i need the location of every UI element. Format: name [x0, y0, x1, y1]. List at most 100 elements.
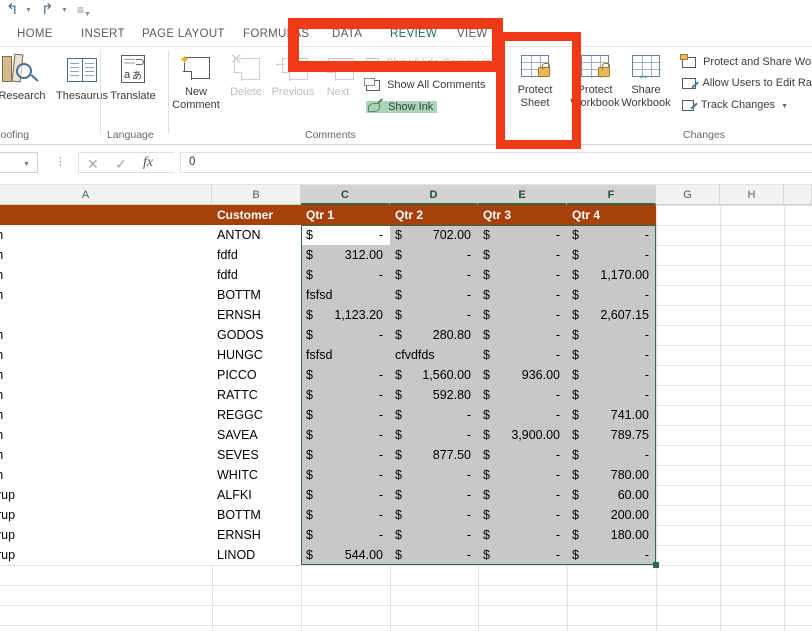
- cell-qtr1[interactable]: $-: [301, 385, 390, 405]
- cell-qtr1[interactable]: fsfsd: [301, 345, 390, 365]
- cell-qtr4[interactable]: $-: [567, 385, 656, 405]
- cell-product[interactable]: Mutton: [0, 225, 212, 245]
- cell-product[interactable]: ed Syrup: [0, 485, 212, 505]
- cell-product[interactable]: [0, 305, 212, 325]
- cell-qtr2[interactable]: $592.80: [390, 385, 478, 405]
- cell-customer[interactable]: ERNSH: [212, 525, 301, 545]
- translate-button[interactable]: a あ Translate: [104, 53, 162, 103]
- protect-and-share-workbook-button[interactable]: Protect and Share Workbook: [682, 54, 812, 71]
- cell-qtr2[interactable]: $-: [390, 505, 478, 525]
- cell-product[interactable]: Mutton: [0, 465, 212, 485]
- name-box[interactable]: ▼: [0, 152, 38, 173]
- cell-qtr1[interactable]: $-: [301, 325, 390, 345]
- cell-product[interactable]: ed Syrup: [0, 505, 212, 525]
- cell-qtr2[interactable]: $-: [390, 305, 478, 325]
- track-changes-caret[interactable]: ▼: [781, 103, 788, 110]
- cell-qtr4[interactable]: $-: [567, 445, 656, 465]
- header-cell-C[interactable]: Qtr 1: [301, 205, 390, 225]
- header-cell-A[interactable]: ct: [0, 205, 212, 225]
- undo-icon[interactable]: ↰: [6, 2, 19, 18]
- cell-qtr2[interactable]: $-: [390, 405, 478, 425]
- cell-customer[interactable]: WHITC: [212, 465, 301, 485]
- cell-product[interactable]: ed Syrup: [0, 545, 212, 565]
- redo-dropdown-caret[interactable]: ▼: [61, 7, 68, 14]
- customize-qat-icon[interactable]: ≡: [77, 2, 84, 18]
- insert-function-icon[interactable]: fx: [143, 155, 153, 171]
- formula-bar-expand-dots[interactable]: ⋮: [55, 155, 66, 168]
- column-header-b[interactable]: B: [212, 185, 301, 205]
- cell-product[interactable]: Mutton: [0, 365, 212, 385]
- cell-qtr3[interactable]: $-: [478, 285, 567, 305]
- cell-qtr2[interactable]: $877.50: [390, 445, 478, 465]
- cell-qtr4[interactable]: $180.00: [567, 525, 656, 545]
- column-header-c[interactable]: C: [301, 185, 390, 205]
- cell-qtr3[interactable]: $-: [478, 525, 567, 545]
- cell-qtr4[interactable]: $-: [567, 245, 656, 265]
- cell-customer[interactable]: BOTTM: [212, 285, 301, 305]
- cell-qtr1[interactable]: $-: [301, 445, 390, 465]
- cell-qtr3[interactable]: $-: [478, 465, 567, 485]
- cell-qtr3[interactable]: $-: [478, 405, 567, 425]
- cell-qtr1[interactable]: $-: [301, 405, 390, 425]
- customize-qat-caret[interactable]: ▼: [84, 11, 91, 18]
- column-header-h[interactable]: H: [720, 185, 784, 205]
- cell-qtr1[interactable]: $312.00: [301, 245, 390, 265]
- cell-qtr2[interactable]: $280.80: [390, 325, 478, 345]
- cell-qtr4[interactable]: $-: [567, 545, 656, 565]
- cell-qtr1[interactable]: $-: [301, 485, 390, 505]
- column-header-a[interactable]: A: [0, 185, 212, 205]
- cell-qtr2[interactable]: $-: [390, 525, 478, 545]
- cell-qtr3[interactable]: $-: [478, 225, 567, 245]
- cell-qtr4[interactable]: $-: [567, 365, 656, 385]
- cell-qtr3[interactable]: $3,900.00: [478, 425, 567, 445]
- undo-dropdown-caret[interactable]: ▼: [25, 7, 32, 14]
- column-header-g[interactable]: G: [656, 185, 720, 205]
- research-button[interactable]: Research: [0, 53, 52, 103]
- cell-product[interactable]: Mutton: [0, 445, 212, 465]
- cell-product[interactable]: Mutton: [0, 265, 212, 285]
- share-workbook-button[interactable]: ↔ Share Workbook: [617, 53, 675, 109]
- cell-qtr2[interactable]: cfvdfds: [390, 345, 478, 365]
- cell-product[interactable]: Mutton: [0, 325, 212, 345]
- cell-product[interactable]: Mutton: [0, 345, 212, 365]
- formula-input[interactable]: 0: [180, 152, 812, 173]
- cell-customer[interactable]: RATTC: [212, 385, 301, 405]
- cell-qtr3[interactable]: $-: [478, 325, 567, 345]
- cell-customer[interactable]: HUNGC: [212, 345, 301, 365]
- cell-qtr1[interactable]: $-: [301, 525, 390, 545]
- cell-qtr4[interactable]: $-: [567, 285, 656, 305]
- cell-product[interactable]: ed Syrup: [0, 525, 212, 545]
- cell-qtr1[interactable]: $-: [301, 425, 390, 445]
- cell-qtr4[interactable]: $60.00: [567, 485, 656, 505]
- cell-qtr3[interactable]: $-: [478, 345, 567, 365]
- cell-qtr4[interactable]: $780.00: [567, 465, 656, 485]
- cell-qtr4[interactable]: $-: [567, 225, 656, 245]
- selection-fill-handle[interactable]: [653, 562, 659, 568]
- cell-customer[interactable]: SEVES: [212, 445, 301, 465]
- cancel-icon[interactable]: ✕: [87, 156, 99, 173]
- cell-customer[interactable]: BOTTM: [212, 505, 301, 525]
- cell-qtr4[interactable]: $789.75: [567, 425, 656, 445]
- cell-qtr2[interactable]: $-: [390, 265, 478, 285]
- new-comment-button[interactable]: ✦ New Comment: [172, 53, 220, 111]
- cell-qtr3[interactable]: $-: [478, 245, 567, 265]
- cell-qtr1[interactable]: $-: [301, 465, 390, 485]
- cell-qtr1[interactable]: $544.00: [301, 545, 390, 565]
- cell-qtr1[interactable]: $-: [301, 365, 390, 385]
- cell-qtr2[interactable]: $-: [390, 425, 478, 445]
- tab-home[interactable]: HOME: [17, 22, 53, 47]
- cell-qtr2[interactable]: $-: [390, 465, 478, 485]
- cell-qtr4[interactable]: $2,607.15: [567, 305, 656, 325]
- cell-qtr1[interactable]: fsfsd: [301, 285, 390, 305]
- cell-product[interactable]: Mutton: [0, 385, 212, 405]
- cell-qtr2[interactable]: $702.00: [390, 225, 478, 245]
- cell-qtr3[interactable]: $-: [478, 545, 567, 565]
- confirm-icon[interactable]: ✓: [115, 156, 127, 173]
- cell-qtr2[interactable]: $1,560.00: [390, 365, 478, 385]
- cell-qtr4[interactable]: $-: [567, 325, 656, 345]
- cell-customer[interactable]: GODOS: [212, 325, 301, 345]
- cell-qtr4[interactable]: $200.00: [567, 505, 656, 525]
- cell-customer[interactable]: REGGC: [212, 405, 301, 425]
- cell-qtr1[interactable]: $-: [301, 225, 390, 245]
- cell-customer[interactable]: fdfd: [212, 265, 301, 285]
